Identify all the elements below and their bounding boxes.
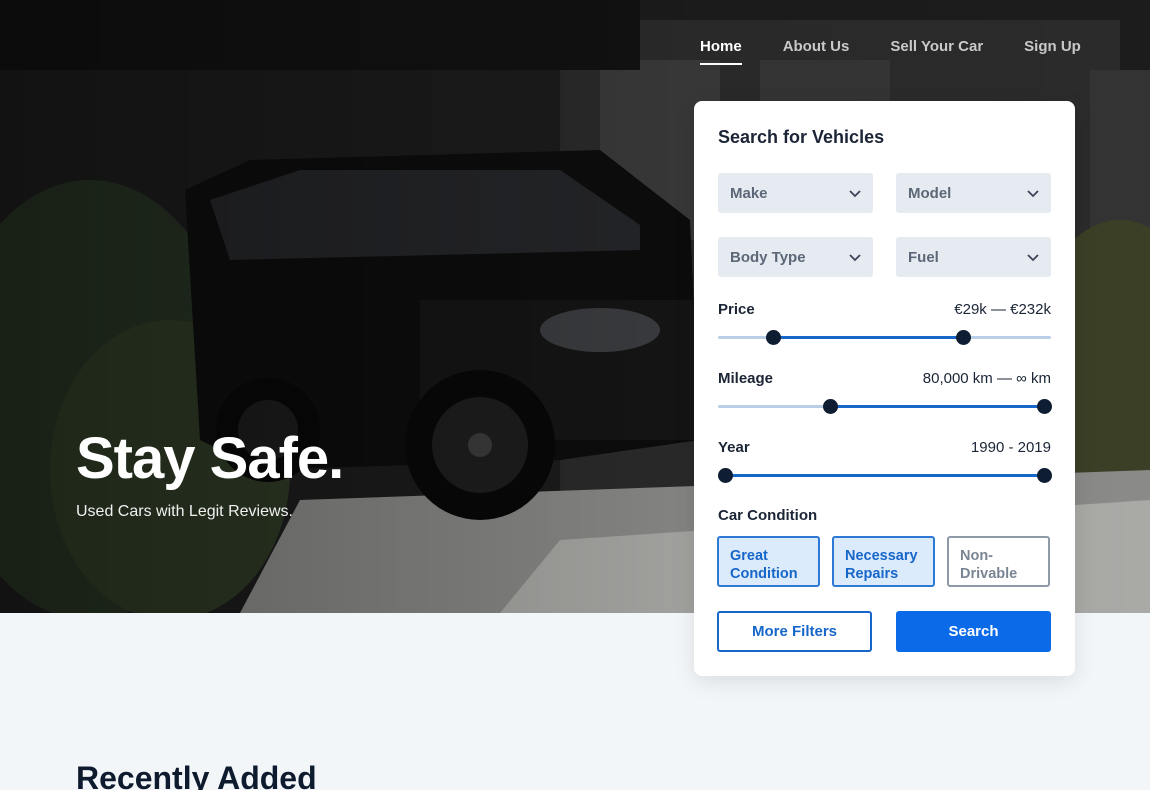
recently-added-heading: Recently Added <box>76 760 317 790</box>
nav-sell-your-car[interactable]: Sell Your Car <box>890 38 983 65</box>
mileage-slider-fill <box>830 405 1045 408</box>
search-button[interactable]: Search <box>896 611 1051 652</box>
chevron-down-icon <box>849 254 861 262</box>
price-label: Price <box>718 301 755 318</box>
nav-home[interactable]: Home <box>700 38 742 65</box>
hero-subline: Used Cars with Legit Reviews. <box>76 503 293 520</box>
model-select-label: Model <box>908 185 952 202</box>
model-select[interactable]: Model <box>896 173 1051 213</box>
body-type-select[interactable]: Body Type <box>718 237 873 277</box>
year-slider[interactable] <box>717 468 1053 483</box>
chevron-down-icon <box>1027 254 1039 262</box>
more-filters-button[interactable]: More Filters <box>717 611 872 652</box>
vehicle-search-card: Search for Vehicles Make Model Body Type… <box>694 101 1075 676</box>
year-min-handle[interactable] <box>717 468 733 483</box>
condition-non-drivable-chip[interactable]: Non-Drivable <box>947 536 1050 587</box>
condition-great-chip[interactable]: Great Condition <box>717 536 820 587</box>
make-select[interactable]: Make <box>718 173 873 213</box>
condition-non-drivable-label: Non-Drivable <box>960 548 1018 582</box>
fuel-select[interactable]: Fuel <box>896 237 1051 277</box>
top-nav: Home About Us Sell Your Car Sign Up <box>700 38 1081 68</box>
search-card-title: Search for Vehicles <box>718 127 885 147</box>
fuel-select-label: Fuel <box>908 249 939 266</box>
condition-repairs-chip[interactable]: Necessary Repairs <box>832 536 935 587</box>
year-slider-fill <box>724 474 1045 477</box>
mileage-max-handle[interactable] <box>1037 399 1053 414</box>
price-slider[interactable] <box>718 330 1051 345</box>
mileage-slider[interactable] <box>718 399 1053 414</box>
price-value: €29k — €232k <box>954 301 1051 318</box>
car-condition-title: Car Condition <box>718 507 818 524</box>
make-select-label: Make <box>730 185 768 202</box>
body-type-select-label: Body Type <box>730 249 806 266</box>
year-value: 1990 - 2019 <box>970 439 1051 456</box>
mileage-min-handle[interactable] <box>823 399 839 414</box>
condition-great-label: Great Condition <box>730 548 798 582</box>
price-max-handle[interactable] <box>955 330 971 345</box>
nav-sign-up[interactable]: Sign Up <box>1024 38 1081 65</box>
year-max-handle[interactable] <box>1037 468 1053 483</box>
chevron-down-icon <box>849 190 861 198</box>
nav-about-us[interactable]: About Us <box>783 38 850 65</box>
mileage-label: Mileage <box>718 370 774 387</box>
hero-headline: Stay Safe. <box>76 426 344 491</box>
price-slider-fill <box>772 336 963 339</box>
price-min-handle[interactable] <box>765 330 781 345</box>
mileage-value: 80,000 km — ∞ km <box>922 370 1051 387</box>
chevron-down-icon <box>1027 190 1039 198</box>
condition-repairs-label: Necessary Repairs <box>845 548 918 582</box>
year-label: Year <box>718 439 750 456</box>
